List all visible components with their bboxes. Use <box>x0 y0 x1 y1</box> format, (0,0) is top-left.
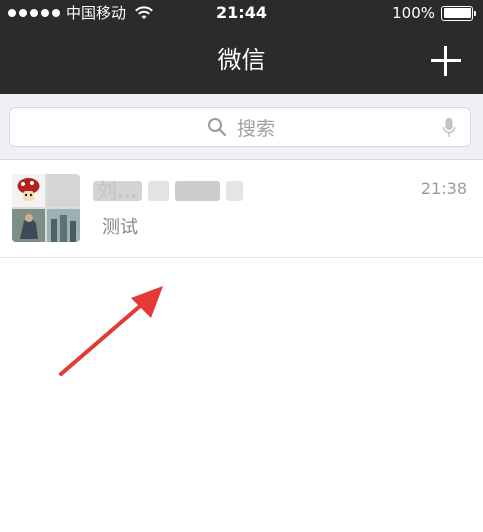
blurred-name-overlay <box>93 177 243 205</box>
avatar-tile <box>47 209 80 242</box>
nav-bar: 微信 <box>0 28 483 94</box>
search-placeholder-group: 搜索 <box>10 108 472 146</box>
search-icon <box>207 118 227 137</box>
battery-percentage: 100% <box>392 4 435 22</box>
search-placeholder: 搜索 <box>236 117 275 140</box>
chat-list-item[interactable]: 刘… 测试 21:38 <box>0 161 483 258</box>
status-right: 100% <box>392 3 476 23</box>
chat-time: 21:38 <box>420 179 467 198</box>
avatar-tile <box>47 174 80 207</box>
status-bar: 中国移动 21:44 100% <box>0 0 483 28</box>
page-title: 微信 <box>217 46 266 74</box>
plus-icon[interactable] <box>431 46 461 76</box>
annotation-arrow-icon <box>59 286 163 376</box>
search-area: 搜索 <box>0 94 483 160</box>
battery-icon <box>441 5 476 21</box>
chat-last-message: 测试 <box>102 217 138 238</box>
avatar-tile <box>12 174 45 207</box>
avatar <box>12 174 80 242</box>
search-input[interactable]: 搜索 <box>9 107 471 147</box>
avatar-tile <box>12 209 45 242</box>
microphone-icon[interactable] <box>442 117 456 139</box>
